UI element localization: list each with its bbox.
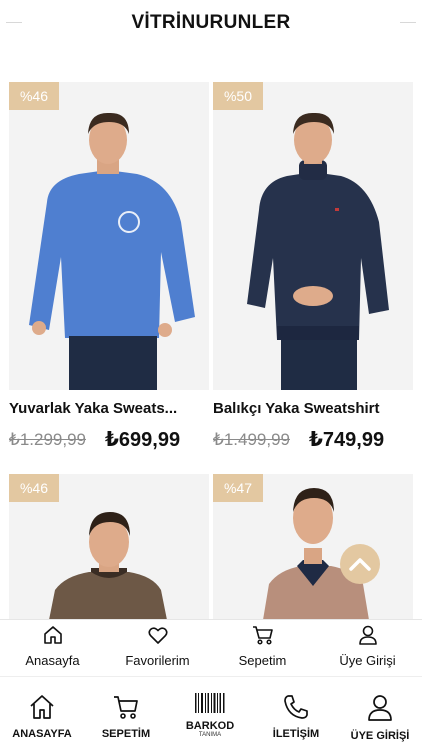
tab-label: Üye Girişi — [339, 653, 396, 668]
tab-favorites[interactable]: Favorilerim — [105, 624, 210, 668]
cart-icon — [252, 626, 273, 645]
product-name[interactable]: Yuvarlak Yaka Sweats... — [9, 400, 209, 417]
product-image[interactable]: %50 — [213, 82, 413, 390]
nav-login[interactable]: ÜYE GİRİŞİ — [338, 693, 422, 742]
discount-badge: %47 — [213, 474, 263, 502]
user-icon — [358, 625, 377, 645]
old-price: ₺1.299,99 — [9, 430, 86, 449]
page-header: VİTRİNURUNLER — [0, 0, 422, 50]
barcode-icon — [195, 693, 225, 713]
tab-label: Favorilerim — [125, 653, 190, 668]
tab-cart[interactable]: Sepetim — [210, 624, 315, 668]
model-photo — [9, 82, 209, 390]
discount-badge: %50 — [213, 82, 263, 110]
nav-label: ÜYE GİRİŞİ — [350, 730, 410, 742]
home-icon — [30, 695, 54, 719]
tab-label: Anasayfa — [25, 653, 80, 668]
nav-label: ANASAYFA — [12, 728, 72, 740]
sale-price: ₺699,99 — [105, 429, 181, 451]
cart-icon — [114, 696, 138, 719]
tab-login[interactable]: Üye Girişi — [315, 624, 420, 668]
heart-icon — [147, 627, 168, 644]
bottom-tab-bar: Anasayfa Favorilerim Sepetim Üye Girişi — [0, 619, 422, 676]
product-image[interactable]: %46 — [9, 82, 209, 390]
chevron-up-icon — [349, 558, 371, 571]
nav-label: BARKOD — [185, 720, 235, 732]
model-photo — [213, 82, 413, 390]
sale-price: ₺749,99 — [309, 429, 385, 451]
tab-label: Sepetim — [238, 653, 287, 668]
quick-action-bar: ANASAYFA SEPETİM BARKOD TANIMA İLETİŞİM — [0, 676, 422, 751]
page-title: VİTRİNURUNLER — [131, 12, 291, 33]
home-icon — [43, 626, 62, 644]
header-divider-right — [400, 22, 416, 23]
discount-badge: %46 — [9, 82, 59, 110]
product-image[interactable]: %46 — [9, 474, 209, 620]
scroll-top-button[interactable] — [340, 544, 380, 584]
tab-home[interactable]: Anasayfa — [0, 624, 105, 668]
nav-barcode[interactable]: BARKOD TANIMA — [168, 691, 252, 738]
old-price: ₺1.499,99 — [213, 430, 290, 449]
nav-home[interactable]: ANASAYFA — [0, 693, 84, 740]
nav-cart[interactable]: SEPETİM — [84, 693, 168, 740]
nav-label: SEPETİM — [101, 728, 151, 740]
nav-sublabel: TANIMA — [198, 732, 222, 738]
nav-label: İLETİŞİM — [272, 728, 320, 740]
user-icon — [368, 695, 392, 721]
product-name[interactable]: Balıkçı Yaka Sweatshirt — [213, 400, 413, 417]
discount-badge: %46 — [9, 474, 59, 502]
product-image[interactable]: %47 — [213, 474, 413, 620]
nav-contact[interactable]: İLETİŞİM — [254, 693, 338, 740]
phone-icon — [284, 695, 308, 719]
